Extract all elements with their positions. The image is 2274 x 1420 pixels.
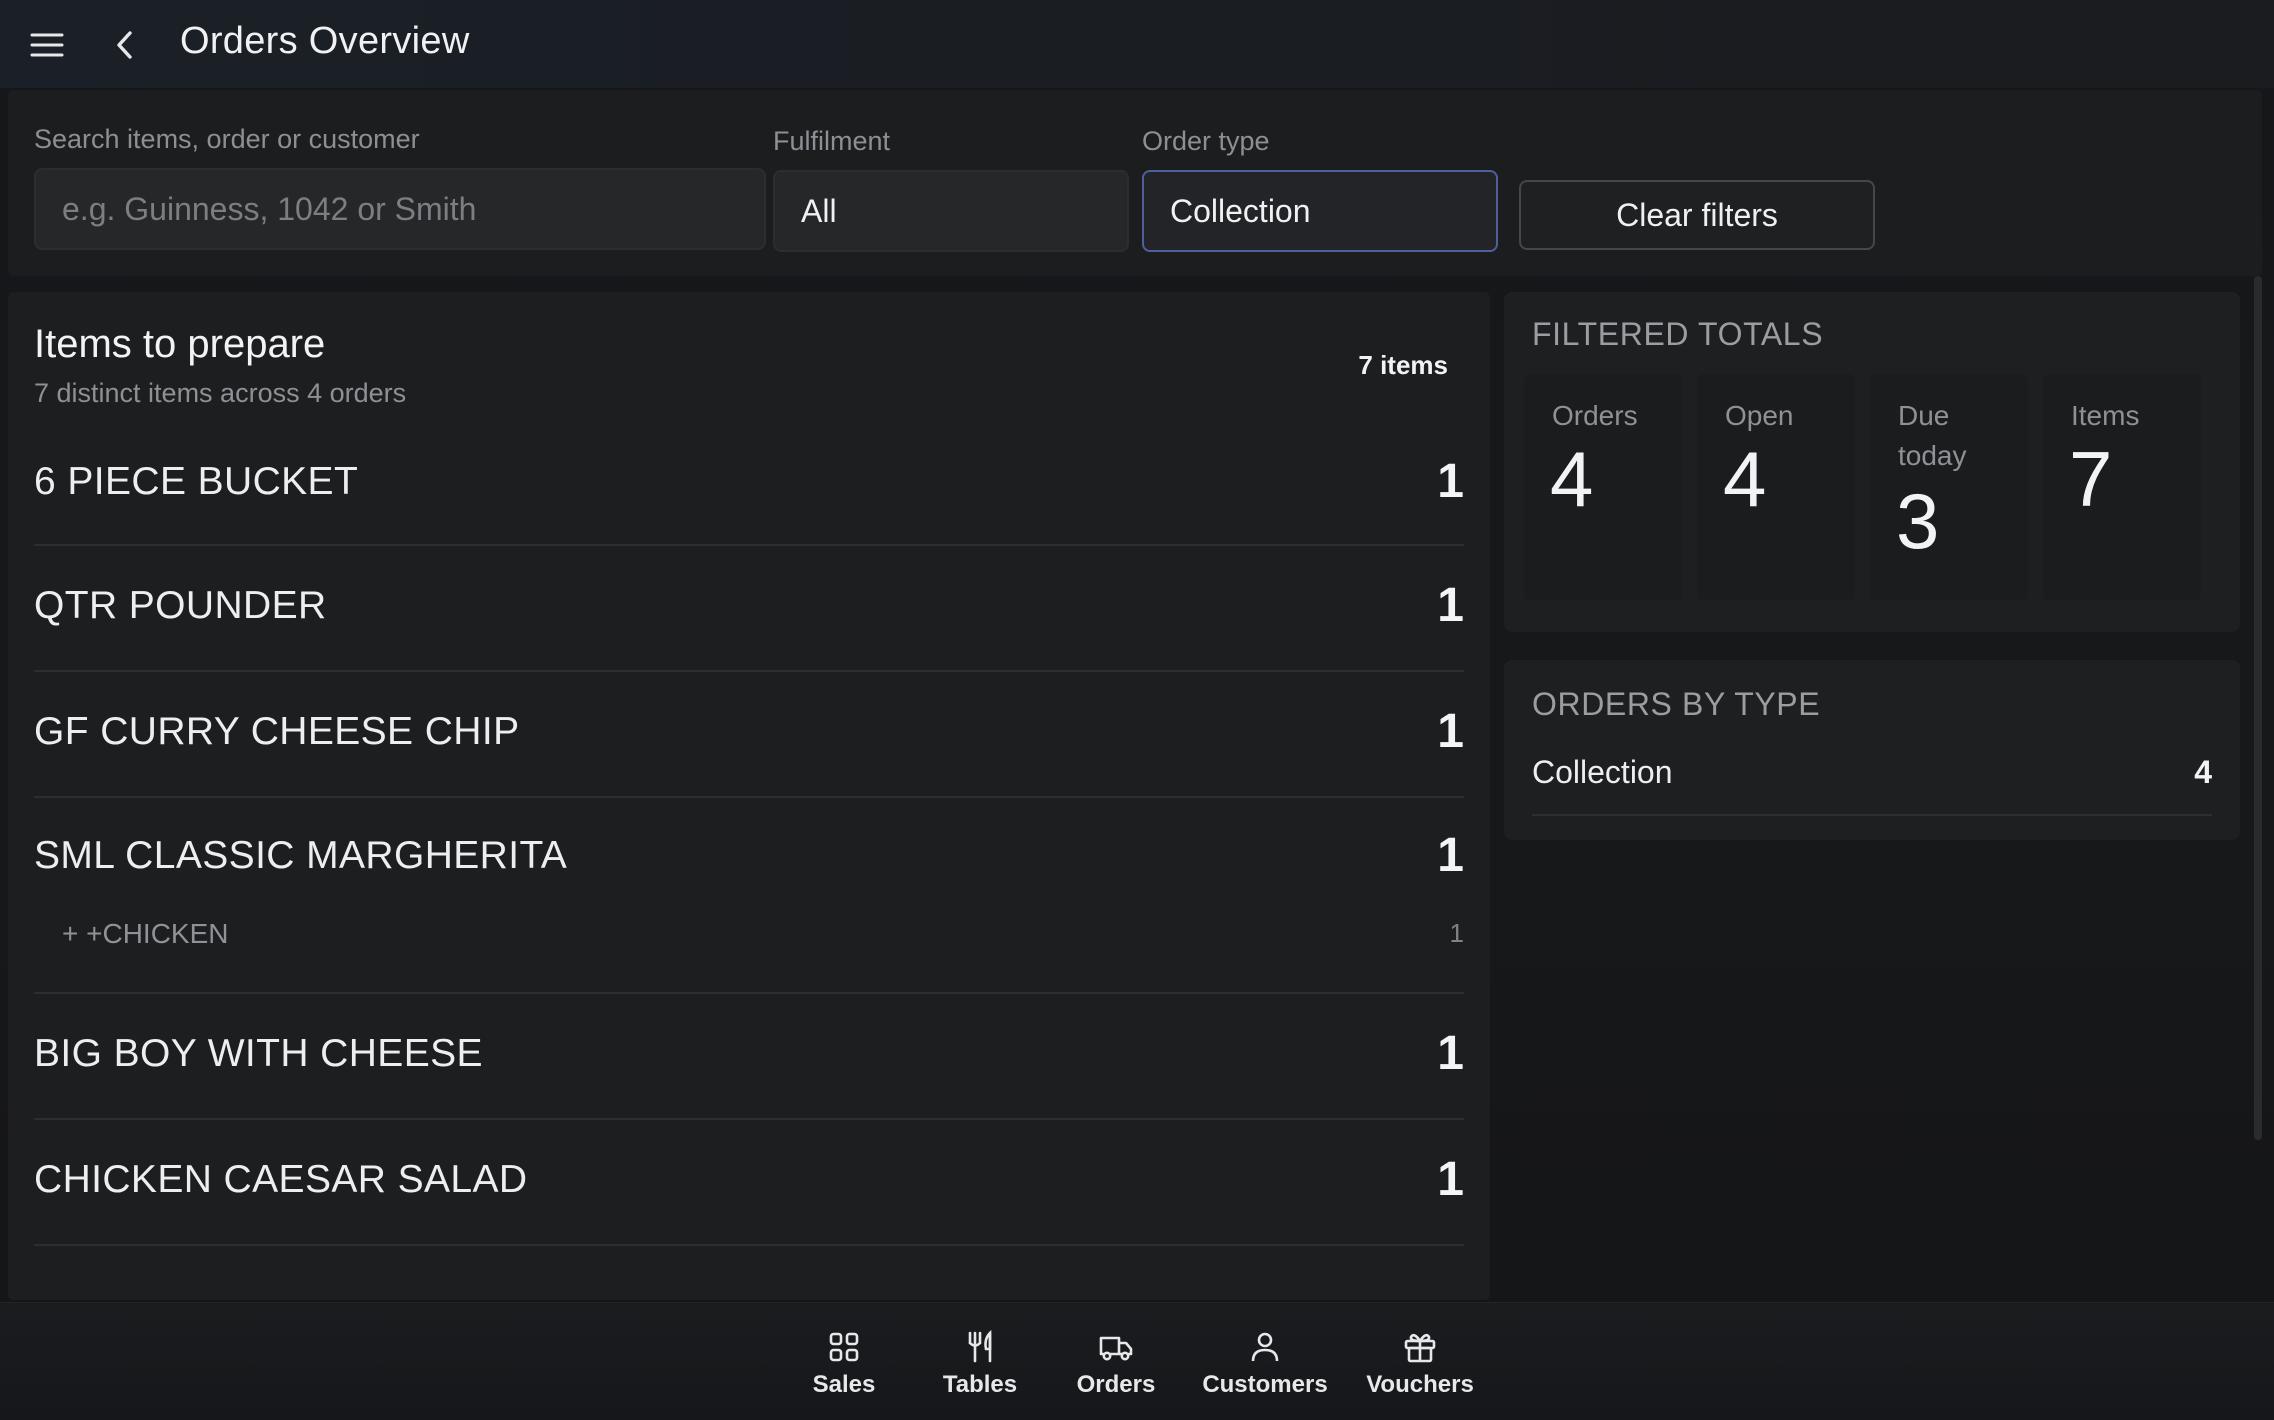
- item-name: GF CURRY CHEESE CHIP: [34, 710, 520, 753]
- search-placeholder: e.g. Guinness, 1042 or Smith: [62, 190, 477, 227]
- item-quantity: 1: [1437, 1027, 1464, 1080]
- page-title: Orders Overview: [180, 20, 470, 62]
- item-name: 6 PIECE BUCKET: [34, 460, 359, 503]
- search-input[interactable]: e.g. Guinness, 1042 or Smith: [34, 168, 766, 250]
- item-name: CHICKEN CAESAR SALAD: [34, 1158, 528, 1201]
- order-type-name: Collection: [1532, 754, 1673, 790]
- stat-value: 3: [1896, 477, 1940, 565]
- order-type-select[interactable]: Collection: [1142, 170, 1498, 252]
- top-app-bar: Orders Overview: [0, 0, 2274, 88]
- delivery-truck-icon: [1099, 1336, 1133, 1361]
- fork-knife-icon: [968, 1329, 992, 1363]
- hamburger-menu-icon[interactable]: [24, 22, 70, 68]
- item-name: BIG BOY WITH CHEESE: [34, 1032, 483, 1075]
- filter-bar: Search items, order or customer e.g. Gui…: [8, 90, 2262, 276]
- item-quantity: 1: [1437, 579, 1464, 632]
- item-quantity: 1: [1437, 705, 1464, 758]
- item-quantity: 1: [1437, 1153, 1464, 1206]
- fulfilment-select[interactable]: All: [773, 170, 1129, 252]
- items-to-prepare-panel: Items to prepare 7 distinct items across…: [8, 292, 1490, 1300]
- gift-icon: [1404, 1333, 1436, 1363]
- item-quantity: 1: [1437, 829, 1464, 882]
- stat-label: Orders: [1552, 400, 1638, 431]
- nav-orders[interactable]: Orders: [1072, 1329, 1160, 1409]
- item-name: SML CLASSIC MARGHERITA: [34, 834, 568, 877]
- orders-by-type-title: ORDERS BY TYPE: [1532, 686, 1821, 722]
- grid-icon: [829, 1332, 859, 1362]
- item-quantity: 1: [1437, 455, 1464, 508]
- clear-filters-button[interactable]: Clear filters: [1519, 180, 1875, 250]
- stat-value: 7: [2069, 435, 2113, 523]
- nav-label: Sales: [812, 1371, 876, 1398]
- filtered-totals-card: FILTERED TOTALS Orders 4 Open 4 Due toda…: [1504, 292, 2240, 632]
- nav-sales[interactable]: Sales: [800, 1329, 888, 1409]
- stat-orders: Orders 4: [1524, 374, 1682, 600]
- stat-label: Items: [2071, 400, 2140, 431]
- modifier-name: + +CHICKEN: [62, 918, 229, 949]
- fulfilment-label: Fulfilment: [773, 126, 891, 156]
- chevron-left-icon[interactable]: [102, 22, 148, 68]
- items-count-badge: 7 items: [1358, 350, 1448, 380]
- person-icon: [1251, 1332, 1279, 1362]
- nav-customers[interactable]: Customers: [1200, 1329, 1330, 1409]
- panel-subtitle: 7 distinct items across 4 orders: [34, 378, 407, 408]
- orders-by-type-card: ORDERS BY TYPE Collection 4: [1504, 660, 2240, 840]
- modifier-quantity: 1: [1449, 918, 1464, 948]
- item-name: QTR POUNDER: [34, 584, 327, 627]
- list-item[interactable]: BIG BOY WITH CHEESE 1: [34, 994, 1464, 1120]
- list-item[interactable]: 6 PIECE BUCKET 1: [34, 420, 1464, 546]
- bottom-navigation: Sales Tables Orders Customers Vouchers: [0, 1302, 2274, 1420]
- list-item[interactable]: QTR POUNDER 1: [34, 546, 1464, 672]
- stat-value: 4: [1723, 435, 1767, 523]
- order-type-value: Collection: [1170, 192, 1311, 229]
- app-window: Orders Overview Search items, order or c…: [0, 0, 2274, 1420]
- stat-due-today: Due today 3: [1870, 374, 2028, 600]
- nav-label: Orders: [1076, 1371, 1156, 1398]
- stat-value: 4: [1550, 435, 1594, 523]
- fulfilment-value: All: [801, 192, 837, 229]
- search-label: Search items, order or customer: [34, 124, 420, 154]
- nav-label: Vouchers: [1366, 1371, 1474, 1398]
- nav-tables[interactable]: Tables: [934, 1329, 1026, 1409]
- order-type-label: Order type: [1142, 126, 1270, 156]
- filtered-totals-title: FILTERED TOTALS: [1532, 316, 1824, 352]
- order-type-count: 4: [2194, 754, 2212, 790]
- stat-label: Due today: [1898, 400, 1967, 471]
- order-type-row[interactable]: Collection 4: [1532, 748, 2212, 816]
- nav-label: Customers: [1202, 1371, 1328, 1398]
- panel-title: Items to prepare: [34, 322, 326, 366]
- nav-vouchers[interactable]: Vouchers: [1366, 1329, 1474, 1409]
- list-item[interactable]: GF CURRY CHEESE CHIP 1: [34, 672, 1464, 798]
- nav-label: Tables: [942, 1371, 1018, 1398]
- stat-label: Open: [1725, 400, 1794, 431]
- vertical-scrollbar[interactable]: [2254, 276, 2262, 1140]
- list-item[interactable]: CHICKEN CAESAR SALAD 1: [34, 1120, 1464, 1246]
- list-item[interactable]: SML CLASSIC MARGHERITA 1 + +CHICKEN 1: [34, 798, 1464, 994]
- stat-items: Items 7: [2043, 374, 2201, 600]
- stat-open: Open 4: [1697, 374, 1855, 600]
